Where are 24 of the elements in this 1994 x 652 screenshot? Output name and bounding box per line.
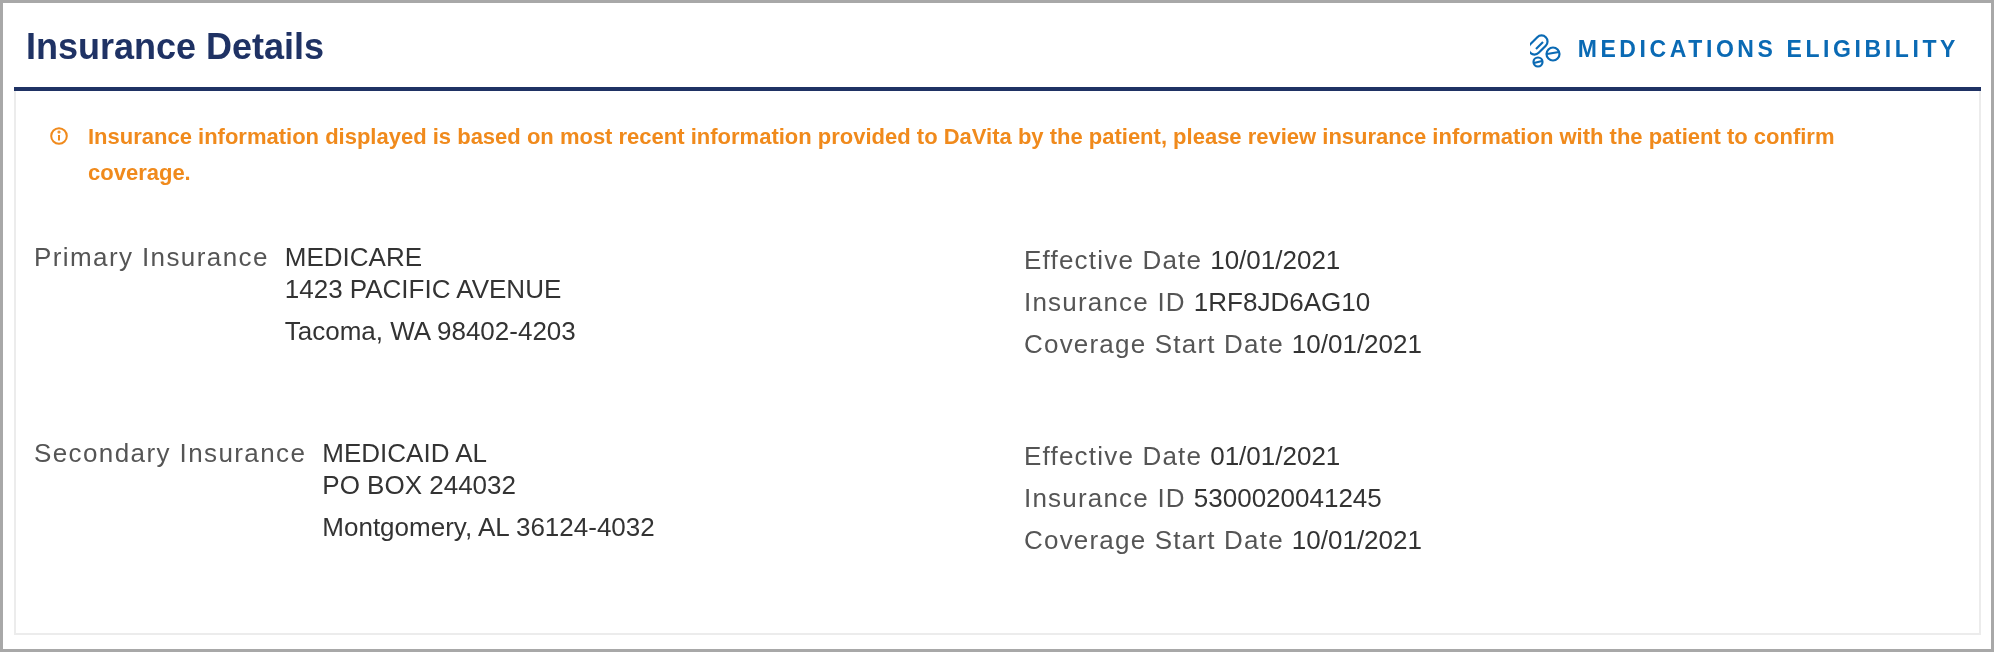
detail-value: 1RF8JD6AG10 bbox=[1193, 287, 1371, 317]
medications-eligibility-link[interactable]: MEDICATIONS ELIGIBILITY bbox=[1529, 30, 1959, 68]
detail-value: 01/01/2021 bbox=[1210, 441, 1341, 471]
insurance-label: Secondary Insurance bbox=[34, 437, 307, 470]
detail-value: 10/01/2021 bbox=[1291, 525, 1422, 555]
info-icon bbox=[50, 127, 68, 145]
address-line: MEDICAID AL bbox=[322, 437, 489, 469]
address-line: MEDICARE bbox=[284, 241, 423, 273]
detail-label: Coverage Start Date bbox=[1024, 329, 1284, 359]
detail-label: Effective Date bbox=[1024, 245, 1203, 275]
detail-value: 5300020041245 bbox=[1193, 483, 1382, 513]
detail-label: Insurance ID bbox=[1024, 287, 1186, 317]
detail-label: Insurance ID bbox=[1024, 483, 1186, 513]
insurance-label: Primary Insurance bbox=[34, 241, 269, 274]
detail-value: 10/01/2021 bbox=[1291, 329, 1422, 359]
address-line: Tacoma, WA 98402-4203 bbox=[284, 315, 576, 347]
panel-title: Insurance Details bbox=[26, 26, 325, 68]
detail-value: 10/01/2021 bbox=[1210, 245, 1341, 275]
detail-label: Effective Date bbox=[1024, 441, 1203, 471]
address-line: Montgomery, AL 36124-4032 bbox=[322, 511, 655, 543]
detail-label: Coverage Start Date bbox=[1024, 525, 1284, 555]
address-line: 1423 PACIFIC AVENUE bbox=[284, 273, 563, 305]
notice-text: Insurance information displayed is based on most recent information provided to DaVita by the patient, please review insurance information with the patient to confirm coverage. bbox=[88, 123, 1836, 187]
address-line: PO BOX 244032 bbox=[322, 469, 517, 501]
